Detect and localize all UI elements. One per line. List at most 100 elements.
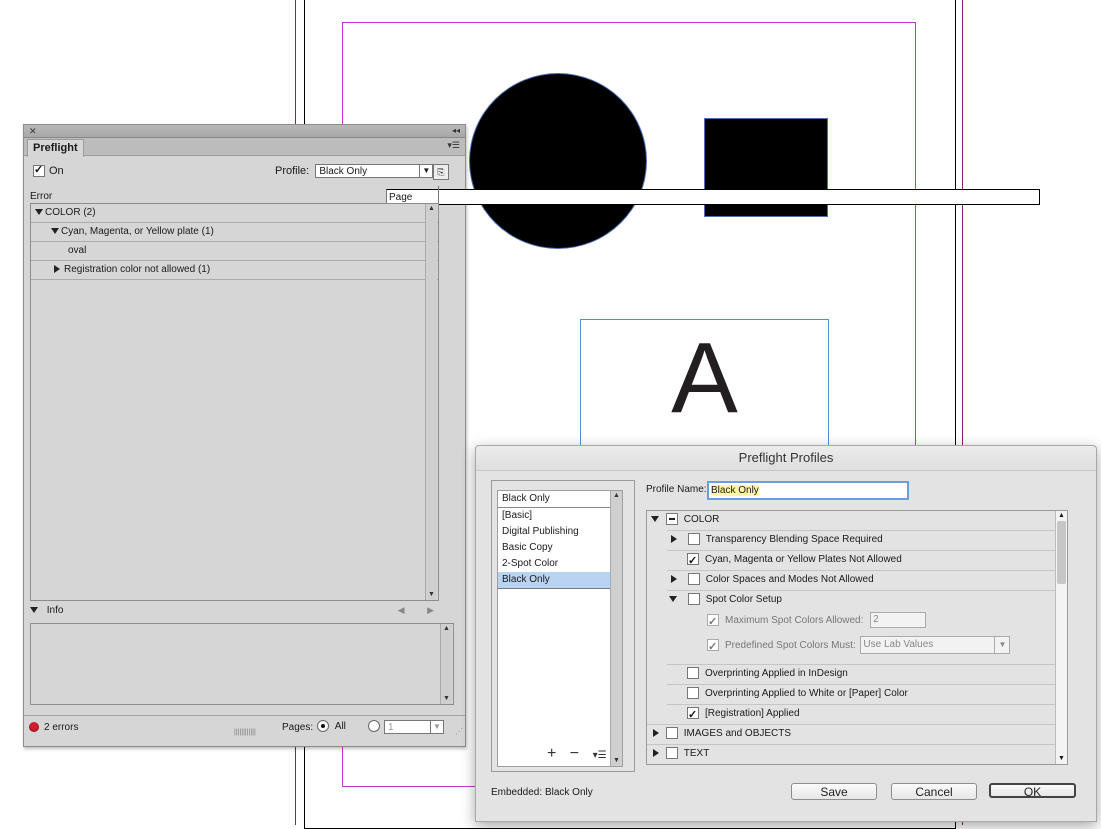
profile-name-field[interactable]: Black Only xyxy=(707,481,909,500)
profile-row: Profile: Black Only ▼ xyxy=(275,164,434,178)
tree-row-spot-setup[interactable]: Spot Color Setup xyxy=(669,590,782,610)
error-status-icon xyxy=(29,722,39,732)
disclosure-open-icon[interactable] xyxy=(35,207,45,218)
pages-range-radio[interactable] xyxy=(368,720,380,732)
disclosure-closed-icon[interactable] xyxy=(653,728,663,739)
embedded-info: Embedded: Black Only xyxy=(491,787,593,798)
scroll-down-icon[interactable]: ▼ xyxy=(441,694,452,704)
scroll-down-icon[interactable]: ▼ xyxy=(1056,754,1067,764)
scroll-down-icon[interactable]: ▼ xyxy=(426,590,437,600)
tab-preflight[interactable]: Preflight xyxy=(27,139,84,157)
tree-label: Cyan, Magenta or Yellow Plates Not Allow… xyxy=(705,554,902,565)
disclosure-open-icon[interactable] xyxy=(51,226,61,237)
pages-range-field[interactable]: 1 ▼ xyxy=(384,720,444,734)
disclosure-open-icon[interactable] xyxy=(651,514,661,525)
text-section-checkbox[interactable] xyxy=(665,747,678,760)
images-section-checkbox[interactable] xyxy=(665,727,678,740)
spot-setup-checkbox[interactable] xyxy=(687,593,700,606)
error-row-oval[interactable]: oval 1 xyxy=(31,242,438,261)
disclosure-open-icon[interactable] xyxy=(30,605,40,616)
scroll-thumb[interactable] xyxy=(1057,521,1066,584)
predefined-spot-checkbox[interactable] xyxy=(707,637,719,657)
panel-tab-bar: Preflight ▾☰ xyxy=(24,138,465,157)
profile-name-value: Black Only xyxy=(711,485,759,496)
profile-list-item[interactable]: Digital Publishing xyxy=(498,524,622,540)
pages-all-option[interactable]: All xyxy=(317,720,346,732)
info-section-header[interactable]: Info ◀ ▶ xyxy=(30,605,444,616)
tree-row-max-spot: Maximum Spot Colors Allowed: 2 xyxy=(707,611,927,632)
tree-label: IMAGES and OBJECTS xyxy=(683,728,792,739)
text-frame-content: A xyxy=(671,322,738,434)
tree-label: [Registration] Applied xyxy=(705,708,800,719)
registration-checkbox[interactable] xyxy=(687,705,699,725)
tree-row-overprint-indesign[interactable]: Overprinting Applied in InDesign xyxy=(687,664,848,684)
error-row-cmy-plate[interactable]: Cyan, Magenta, or Yellow plate (1) xyxy=(31,223,438,242)
panel-title-bar[interactable]: ✕ ◂◂ xyxy=(24,125,465,138)
profile-list-item[interactable]: Black Only xyxy=(498,491,622,508)
disclosure-closed-icon[interactable] xyxy=(653,748,663,759)
transparency-checkbox[interactable] xyxy=(687,533,700,546)
error-list-scrollbar[interactable]: ▲ ▼ xyxy=(425,204,437,600)
disclosure-closed-icon[interactable] xyxy=(671,534,681,545)
profile-list-item[interactable]: Basic Copy xyxy=(498,540,622,556)
info-scrollbar[interactable]: ▲ ▼ xyxy=(440,624,452,704)
profile-list-scrollbar[interactable]: ▲ ▼ xyxy=(610,491,622,766)
tree-row-overprint-white[interactable]: Overprinting Applied to White or [Paper]… xyxy=(687,684,908,704)
resize-handle-icon[interactable]: ⋰ xyxy=(455,727,463,736)
define-profiles-icon[interactable]: ⎘ xyxy=(433,164,449,180)
profile-rules-tree: COLOR Transparency Blending Space Requir… xyxy=(646,510,1068,765)
cancel-button[interactable]: Cancel xyxy=(891,783,977,800)
collapse-icon[interactable]: ◂◂ xyxy=(452,125,460,137)
disclosure-closed-icon[interactable] xyxy=(671,574,681,585)
ok-button[interactable]: OK xyxy=(989,783,1076,799)
error-row-registration[interactable]: Registration color not allowed (1) xyxy=(31,261,438,280)
tree-row-transparency[interactable]: Transparency Blending Space Required xyxy=(671,530,883,550)
max-spot-field[interactable]: 2 xyxy=(870,612,927,629)
error-row-color[interactable]: COLOR (2) xyxy=(31,204,438,223)
column-header-error[interactable]: Error xyxy=(30,191,52,202)
overprint-indesign-checkbox[interactable] xyxy=(687,667,699,680)
max-spot-checkbox[interactable] xyxy=(707,612,719,632)
tree-row-images[interactable]: IMAGES and OBJECTS xyxy=(653,724,791,744)
overprint-white-checkbox[interactable] xyxy=(687,687,699,700)
tree-row-color[interactable]: COLOR xyxy=(651,510,719,530)
on-checkbox[interactable] xyxy=(33,163,45,178)
profile-list-item[interactable]: 2-Spot Color xyxy=(498,556,622,572)
profile-list-item[interactable]: [Basic] xyxy=(498,508,622,524)
scroll-up-icon[interactable]: ▲ xyxy=(1056,511,1067,521)
column-header-page[interactable]: Page xyxy=(386,189,1040,205)
scroll-up-icon[interactable]: ▲ xyxy=(426,204,437,214)
embedded-value: Black Only xyxy=(544,787,593,798)
tree-row-registration[interactable]: [Registration] Applied xyxy=(687,704,800,725)
scroll-up-icon[interactable]: ▲ xyxy=(441,624,452,634)
close-icon[interactable]: ✕ xyxy=(29,125,37,137)
predefined-spot-select[interactable]: Use Lab Values ▼ xyxy=(860,636,1011,655)
pages-range-option[interactable] xyxy=(368,720,380,732)
remove-profile-icon[interactable]: − xyxy=(570,745,579,762)
tree-row-color-spaces[interactable]: Color Spaces and Modes Not Allowed xyxy=(671,570,874,590)
color-section-checkbox[interactable] xyxy=(665,513,678,526)
disclosure-closed-icon[interactable] xyxy=(54,264,64,275)
cmy-plates-checkbox[interactable] xyxy=(687,551,699,571)
add-profile-icon[interactable]: + xyxy=(547,745,556,762)
disclosure-open-icon[interactable] xyxy=(669,594,679,605)
tree-row-text[interactable]: TEXT xyxy=(653,744,709,764)
predefined-spot-value: Use Lab Values xyxy=(863,639,934,651)
panel-grip-icon[interactable]: |||||||||||| xyxy=(234,729,256,736)
save-button[interactable]: Save xyxy=(791,783,877,800)
embedded-label: Embedded: xyxy=(491,787,543,798)
chevron-down-icon: ▼ xyxy=(419,165,432,177)
rules-tree-scrollbar[interactable]: ▲ ▼ xyxy=(1055,511,1067,764)
profile-select[interactable]: Black Only ▼ xyxy=(315,164,434,178)
tree-row-cmy-plates[interactable]: Cyan, Magenta or Yellow Plates Not Allow… xyxy=(687,550,902,571)
panel-menu-icon[interactable]: ▾☰ xyxy=(447,140,460,151)
pages-label: Pages: xyxy=(282,722,314,733)
scroll-up-icon[interactable]: ▲ xyxy=(611,491,622,501)
preflight-on-toggle[interactable]: On xyxy=(33,163,64,178)
profile-list-item-selected[interactable]: Black Only xyxy=(498,572,622,589)
oval-shape[interactable] xyxy=(470,74,646,248)
pages-all-radio[interactable] xyxy=(317,720,329,732)
profile-menu-icon[interactable]: ▾☰ xyxy=(593,750,607,761)
color-spaces-checkbox[interactable] xyxy=(687,573,700,586)
info-nav-arrows-icon[interactable]: ◀ ▶ xyxy=(398,605,444,616)
